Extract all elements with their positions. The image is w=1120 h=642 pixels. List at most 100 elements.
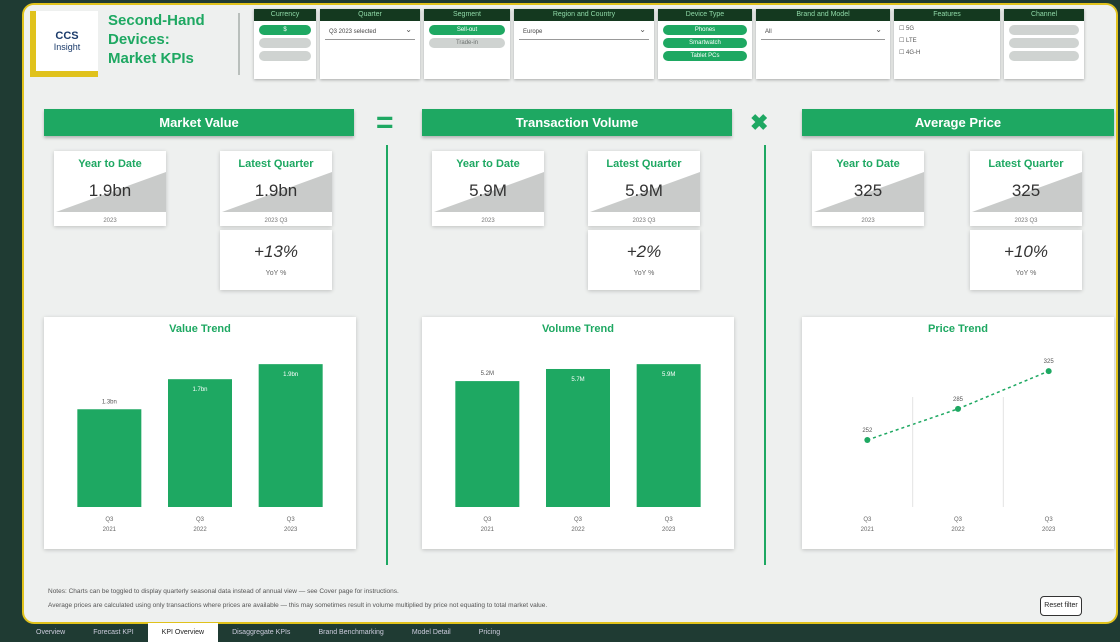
data-label: 325	[1044, 359, 1055, 365]
x-tick-label: Q3	[1045, 517, 1054, 523]
x-tick-label: 2021	[103, 527, 117, 533]
x-tick-label: 2023	[662, 527, 676, 533]
page-tabs: Overview Forecast KPI KPI Overview Disag…	[22, 623, 514, 642]
data-point	[955, 405, 961, 412]
tab-overview[interactable]: Overview	[22, 623, 79, 642]
price-latest-quarter: 325	[1011, 181, 1041, 200]
x-tick-label: 2023	[284, 527, 298, 533]
volume-ytd: 5.9M	[469, 181, 507, 200]
data-label: 1.9bn	[283, 372, 298, 378]
price-yoy-card: +10% YoY %	[970, 230, 1082, 290]
device-option[interactable]: Phones	[663, 25, 747, 35]
x-tick-label: Q3	[196, 517, 205, 523]
device-option[interactable]: Tablet PCs	[663, 51, 747, 61]
bar	[455, 381, 520, 507]
filter-features[interactable]: Features ☐ 5G ☐ LTE ☐ 4G-H	[894, 9, 1000, 79]
data-label: 285	[953, 397, 964, 403]
dashboard-frame: CCS Insight Second-Hand Devices: Market …	[22, 3, 1118, 624]
x-tick-label: 2022	[193, 527, 207, 533]
volume-latest-quarter-card: Latest Quarter 5.9M 2023 Q3	[588, 151, 700, 226]
channel-option[interactable]	[1009, 51, 1079, 61]
volume-ytd-card: Year to Date 5.9M 2023	[432, 151, 544, 226]
feature-checkbox[interactable]: ☐ LTE	[899, 37, 995, 46]
channel-option[interactable]	[1009, 25, 1079, 35]
tab-forecast-kpi[interactable]: Forecast KPI	[79, 623, 147, 642]
volume-yoy: +2%	[626, 242, 662, 261]
value-yoy-card: +13% YoY %	[220, 230, 332, 290]
average-price-header: Average Price	[802, 109, 1114, 136]
filter-currency[interactable]: Currency $	[254, 9, 316, 79]
price-ytd: 325	[853, 181, 883, 200]
ccs-insight-logo: CCS Insight	[30, 11, 98, 77]
section-divider	[386, 145, 388, 565]
filter-region[interactable]: Region and Country Europe	[514, 9, 654, 79]
reset-filter-button[interactable]: Reset filter	[1040, 596, 1082, 616]
data-label: 5.2M	[481, 371, 494, 377]
slicers: Currency $ Quarter Q3 2023 selected Segm…	[254, 9, 1084, 79]
equals-operator: =	[376, 106, 394, 139]
value-trend-chart[interactable]: Value Trend 1.3bn Q3 2021 1.7bn Q3 2022 1.9bn Q…	[44, 317, 356, 549]
quarter-dropdown[interactable]: Q3 2023 selected	[325, 23, 415, 40]
bar	[258, 364, 323, 507]
filter-brand-model[interactable]: Brand and Model All	[756, 9, 890, 79]
data-label: 252	[862, 428, 873, 434]
value-ytd-card: Year to Date 1.9bn 2023	[54, 151, 166, 226]
feature-checkbox[interactable]: ☐ 4G-H	[899, 49, 995, 58]
section-divider	[764, 145, 766, 565]
channel-option[interactable]	[1009, 38, 1079, 48]
filter-bar: CCS Insight Second-Hand Devices: Market …	[24, 5, 1116, 87]
bar	[77, 409, 142, 507]
data-point	[864, 436, 871, 443]
value-yoy: +13%	[254, 242, 298, 261]
x-tick-label: Q3	[954, 517, 963, 523]
price-yoy: +10%	[1004, 242, 1048, 261]
tab-brand-benchmarking[interactable]: Brand Benchmarking	[304, 623, 397, 642]
device-option[interactable]: Smartwatch	[663, 38, 747, 48]
price-trend-chart[interactable]: Price Trend 252 Q3 2021 285 Q3 2022 325 Q3 2023	[802, 317, 1114, 549]
notes: Notes: Charts can be toggled to display …	[48, 588, 548, 609]
data-point	[1045, 368, 1052, 375]
filter-channel[interactable]: Channel	[1004, 9, 1084, 79]
filter-segment[interactable]: Segment Sell-out Trade-in	[424, 9, 510, 79]
value-latest-quarter-card: Latest Quarter 1.9bn 2023 Q3	[220, 151, 332, 226]
data-label: 1.3bn	[102, 399, 117, 405]
data-label: 5.7M	[571, 377, 584, 383]
tab-kpi-overview[interactable]: KPI Overview	[147, 623, 219, 642]
filter-device-type[interactable]: Device Type Phones Smartwatch Tablet PCs	[658, 9, 752, 79]
volume-trend-chart[interactable]: Volume Trend 5.2M Q3 2021 5.7M Q3 2022 5.9M Q3 2…	[422, 317, 734, 549]
currency-option[interactable]	[259, 51, 311, 61]
x-tick-label: Q3	[574, 517, 583, 523]
volume-yoy-card: +2% YoY %	[588, 230, 700, 290]
multiply-operator: ✖	[750, 110, 769, 135]
x-tick-label: 2021	[861, 527, 875, 533]
x-tick-label: Q3	[287, 517, 296, 523]
data-label: 5.9M	[662, 372, 675, 378]
tab-disaggregate-kpis[interactable]: Disaggregate KPIs	[218, 623, 304, 642]
region-dropdown[interactable]: Europe	[519, 23, 649, 40]
currency-option[interactable]: $	[259, 25, 311, 35]
feature-checkbox[interactable]: ☐ 5G	[899, 25, 995, 34]
page-title: Second-Hand Devices: Market KPIs	[108, 12, 205, 67]
market-value-header: Market Value	[44, 109, 354, 136]
value-latest-quarter: 1.9bn	[254, 181, 298, 200]
bar	[168, 379, 232, 507]
currency-option[interactable]	[259, 38, 311, 48]
x-tick-label: Q3	[863, 517, 872, 523]
transaction-volume-header: Transaction Volume	[422, 109, 732, 136]
title-divider	[238, 13, 240, 75]
price-latest-quarter-card: Latest Quarter 325 2023 Q3	[970, 151, 1082, 226]
tab-pricing[interactable]: Pricing	[465, 623, 514, 642]
volume-latest-quarter: 5.9M	[625, 181, 663, 200]
x-tick-label: Q3	[665, 517, 674, 523]
tab-model-detail[interactable]: Model Detail	[398, 623, 465, 642]
bar	[636, 364, 701, 507]
segment-option[interactable]: Trade-in	[429, 38, 505, 48]
filter-quarter[interactable]: Quarter Q3 2023 selected	[320, 9, 420, 79]
x-tick-label: Q3	[105, 517, 114, 523]
segment-option[interactable]: Sell-out	[429, 25, 505, 35]
x-tick-label: 2022	[571, 527, 585, 533]
value-ytd: 1.9bn	[88, 181, 132, 200]
series-line	[867, 370, 1049, 441]
x-tick-label: 2023	[1042, 527, 1056, 533]
brand-dropdown[interactable]: All	[761, 23, 885, 40]
